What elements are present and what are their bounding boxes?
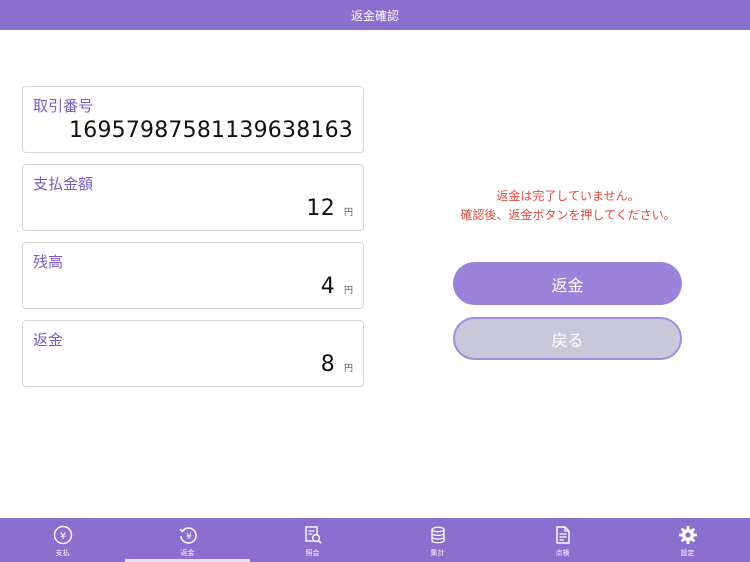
payment-amount-field: 支払金額 12 円 xyxy=(22,164,364,231)
refund-amount-label: 返金 xyxy=(33,331,64,349)
refund-amount-value: 8 xyxy=(320,352,335,377)
tab-inquiry[interactable]: 照会 xyxy=(250,518,375,562)
refund-yen-icon: ¥ xyxy=(177,524,199,546)
tab-refund[interactable]: ¥ 返金 xyxy=(125,518,250,562)
title-bar: 返金確認 xyxy=(0,0,750,30)
yen-coin-icon: ¥ xyxy=(52,524,74,546)
inquiry-icon xyxy=(302,524,324,546)
balance-field: 残高 4 円 xyxy=(22,242,364,309)
tab-summary-label: 集計 xyxy=(430,549,445,557)
gear-icon xyxy=(677,524,699,546)
svg-text:¥: ¥ xyxy=(186,532,192,542)
transaction-number-label: 取引番号 xyxy=(33,97,94,115)
document-icon xyxy=(552,524,574,546)
tab-payment-label: 支払 xyxy=(55,549,70,557)
payment-amount-value: 12 xyxy=(306,196,335,221)
tab-refund-label: 返金 xyxy=(180,549,195,557)
transaction-number-field: 取引番号 1695798758113963816​3 xyxy=(22,86,364,153)
payment-amount-label: 支払金額 xyxy=(33,175,94,193)
tab-settings-label: 設定 xyxy=(680,549,695,557)
payment-amount-unit: 円 xyxy=(343,208,353,218)
refund-button[interactable]: 返金 xyxy=(453,262,682,305)
tab-check[interactable]: 点検 xyxy=(500,518,625,562)
tab-bar: ¥ 支払 ¥ 返金 照会 集計 点検 設定 xyxy=(0,518,750,562)
balance-label: 残高 xyxy=(33,253,64,271)
tab-payment[interactable]: ¥ 支払 xyxy=(0,518,125,562)
transaction-number-value: 1695798758113963816​3 xyxy=(69,118,353,143)
refund-button-label: 返金 xyxy=(551,275,584,295)
refund-amount-unit: 円 xyxy=(343,364,353,374)
warning-message-line1: 返金は完了していません。 xyxy=(496,189,640,203)
tab-inquiry-label: 照会 xyxy=(305,549,320,557)
tab-check-label: 点検 xyxy=(555,549,570,557)
svg-text:¥: ¥ xyxy=(59,531,65,542)
tab-settings[interactable]: 設定 xyxy=(625,518,750,562)
warning-message: 返金は完了していません。 確認後、返金ボタンを押してください。 xyxy=(420,187,716,225)
back-button[interactable]: 戻る xyxy=(453,317,682,360)
coin-stack-icon xyxy=(427,524,449,546)
refund-amount-field: 返金 8 円 xyxy=(22,320,364,387)
warning-message-line2: 確認後、返金ボタンを押してください。 xyxy=(460,208,676,222)
back-button-label: 戻る xyxy=(551,330,584,350)
balance-value: 4 xyxy=(320,274,335,299)
tab-summary[interactable]: 集計 xyxy=(375,518,500,562)
balance-unit: 円 xyxy=(343,286,353,296)
page-title: 返金確認 xyxy=(350,8,399,23)
